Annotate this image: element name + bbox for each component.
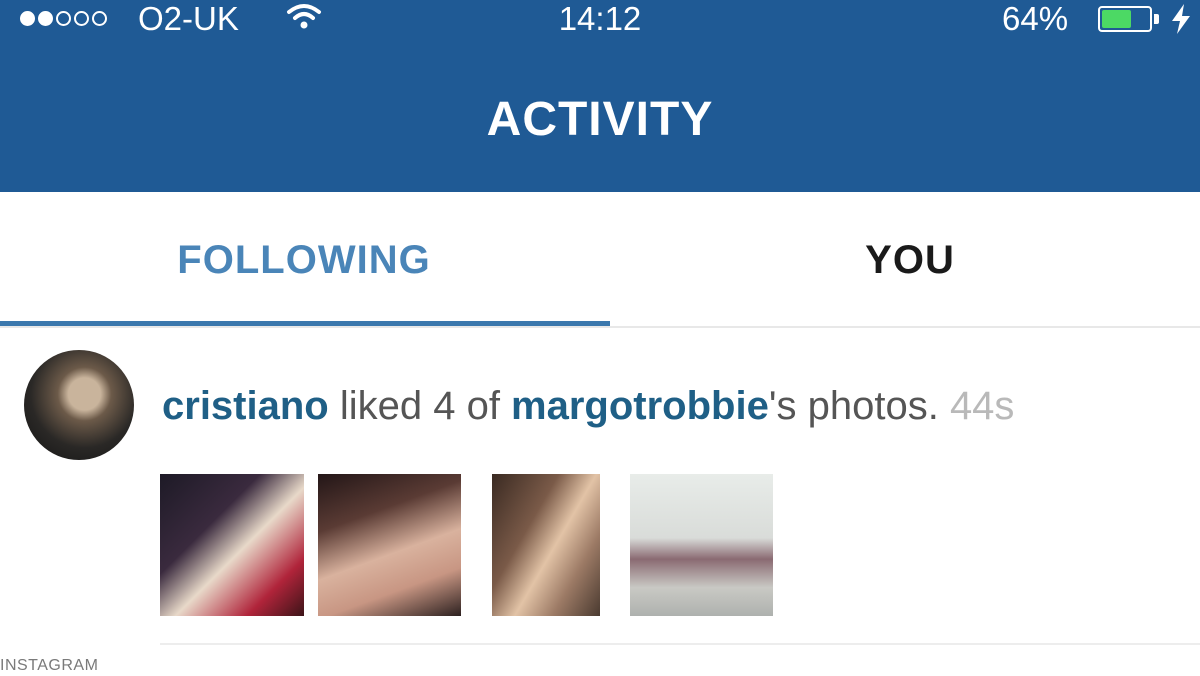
photo-thumbnail-1[interactable] bbox=[160, 474, 304, 616]
status-bar: O2-UK 14:12 64% bbox=[0, 0, 1200, 40]
watermark: INSTAGRAM bbox=[0, 657, 99, 674]
tab-you[interactable]: YOU bbox=[610, 192, 1200, 328]
photo-thumbnail-4[interactable] bbox=[630, 474, 773, 616]
divider bbox=[160, 643, 1200, 645]
activity-text: cristiano liked 4 of margotrobbie's phot… bbox=[162, 384, 1014, 429]
photo-thumbnail-2[interactable] bbox=[318, 474, 461, 616]
activity-object-text: 's photos. bbox=[768, 384, 939, 428]
page-title: ACTIVITY bbox=[486, 93, 714, 146]
battery-icon bbox=[1098, 6, 1152, 32]
charging-bolt-icon bbox=[1172, 4, 1190, 34]
battery-fill bbox=[1102, 10, 1132, 28]
active-tab-indicator bbox=[0, 321, 610, 326]
tab-following[interactable]: FOLLOWING bbox=[0, 192, 600, 328]
header: O2-UK 14:12 64% ACTIVITY bbox=[0, 0, 1200, 192]
target-username-link[interactable]: margotrobbie bbox=[511, 384, 769, 428]
battery-nub bbox=[1154, 14, 1159, 24]
battery-percentage: 64% bbox=[1002, 0, 1069, 37]
photo-thumbnail-3[interactable] bbox=[492, 474, 600, 616]
avatar[interactable] bbox=[24, 350, 134, 460]
activity-action-text: liked 4 of bbox=[328, 384, 512, 428]
timestamp: 44s bbox=[949, 384, 1015, 428]
activity-tabs: FOLLOWING YOU bbox=[0, 192, 1200, 328]
actor-username-link[interactable]: cristiano bbox=[162, 384, 329, 428]
